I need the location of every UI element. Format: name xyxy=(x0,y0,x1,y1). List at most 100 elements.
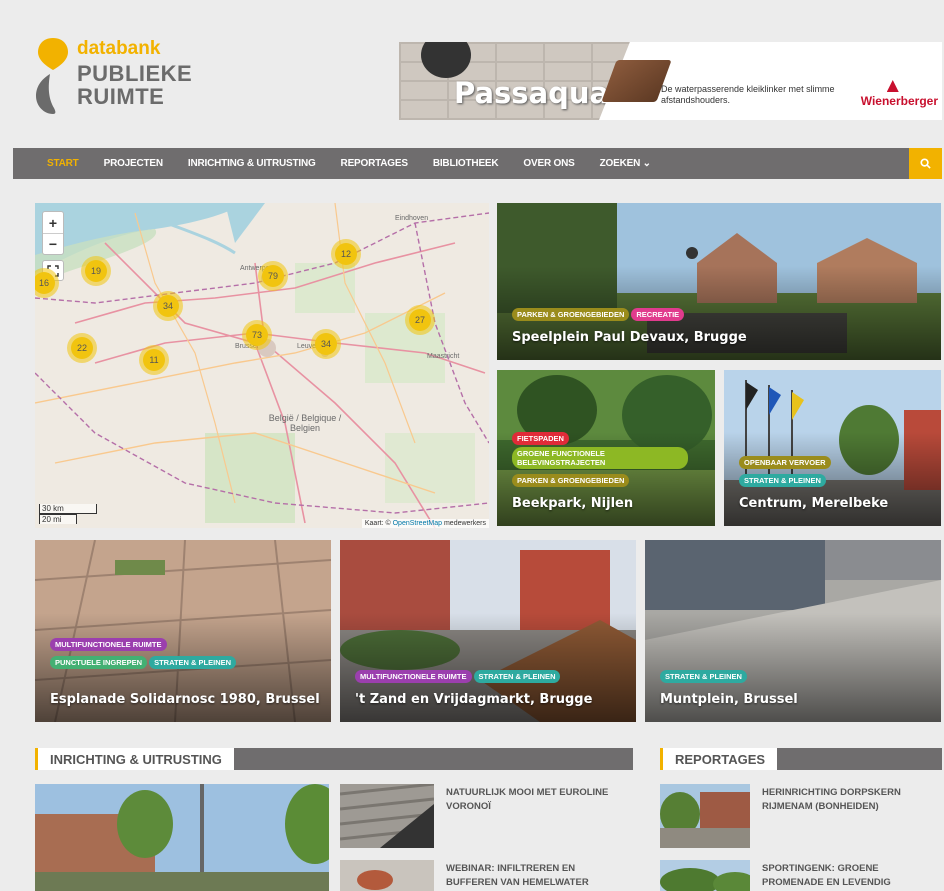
section-title[interactable]: INRICHTING & UITRUSTING xyxy=(35,748,234,770)
nav-item-over-ons[interactable]: OVER ONS xyxy=(523,158,574,169)
article-title[interactable]: NATUURLIJK MOOI MET EUROLINE VORONOÏ xyxy=(446,786,616,814)
scale-mi: 20 mi xyxy=(39,514,77,524)
map-label-belgie: België / Belgique / Belgien xyxy=(268,413,342,433)
card-tags: OPENBAAR VERVOER STRATEN & PLEINEN xyxy=(739,452,833,488)
attribution-suffix: medewerkers xyxy=(442,520,486,527)
main-nav: START PROJECTEN INRICHTING & UITRUSTING … xyxy=(13,148,942,179)
card-title[interactable]: Esplanade Solidarnosc 1980, Brussel xyxy=(50,691,321,708)
project-card[interactable]: PARKEN & GROENGEBIEDEN RECREATIE Speelple… xyxy=(497,203,941,360)
cluster-count: 79 xyxy=(262,265,284,287)
cluster-count: 22 xyxy=(71,337,93,359)
tag[interactable]: STRATEN & PLEINEN xyxy=(473,670,561,683)
cluster-count: 27 xyxy=(409,309,431,331)
logo-tagline: databank xyxy=(77,38,161,59)
cluster-count: 19 xyxy=(85,260,107,282)
article-thumbnail[interactable] xyxy=(660,860,750,891)
article-thumbnail[interactable] xyxy=(340,784,434,848)
logo-icon xyxy=(36,38,68,114)
card-title[interactable]: Speelplein Paul Devaux, Brugge xyxy=(512,329,931,346)
map-cluster[interactable]: 73 xyxy=(242,320,272,350)
logo-line-2: RUIMTE xyxy=(77,84,165,109)
map-cluster[interactable]: 27 xyxy=(405,305,435,335)
section-header-reportages: REPORTAGES xyxy=(660,748,942,770)
tag[interactable]: PUNCTUELE INGREPEN xyxy=(50,656,148,669)
article-title[interactable]: SPORTINGENK: GROENE PROMENADE EN LEVENDI… xyxy=(762,862,942,890)
article-photo xyxy=(340,860,434,891)
article-thumbnail[interactable] xyxy=(660,784,750,848)
article-photo xyxy=(35,784,329,891)
project-card[interactable]: STRATEN & PLEINEN Muntplein, Brussel xyxy=(645,540,941,722)
cluster-count: 34 xyxy=(157,295,179,317)
card-tags: MULTIFUNCTIONELE RUIMTE PUNCTUELE INGREP… xyxy=(50,634,238,670)
article-title[interactable]: HERINRICHTING DORPSKERN RIJMENAM (BONHEI… xyxy=(762,786,942,814)
tag[interactable]: PARKEN & GROENGEBIEDEN xyxy=(512,308,630,321)
search-button[interactable] xyxy=(909,148,942,179)
card-tags: PARKEN & GROENGEBIEDEN RECREATIE xyxy=(512,304,686,322)
cluster-count: 16 xyxy=(35,272,55,294)
tag[interactable]: RECREATIE xyxy=(631,308,685,321)
nav-item-start[interactable]: START xyxy=(47,158,79,169)
cluster-count: 34 xyxy=(315,333,337,355)
cluster-count: 73 xyxy=(246,324,268,346)
map-cluster[interactable]: 11 xyxy=(139,345,169,375)
zoom-out-button[interactable]: − xyxy=(43,233,63,254)
article-title[interactable]: WEBINAR: INFILTREREN EN BUFFEREN VAN HEM… xyxy=(446,862,626,890)
nav-item-bibliotheek[interactable]: BIBLIOTHEEK xyxy=(433,158,499,169)
section-header-inrichting: INRICHTING & UITRUSTING xyxy=(35,748,633,770)
article-feature-image[interactable] xyxy=(35,784,329,891)
project-card[interactable]: OPENBAAR VERVOER STRATEN & PLEINEN Centr… xyxy=(724,370,941,526)
map-cluster[interactable]: 22 xyxy=(67,333,97,363)
tag[interactable]: STRATEN & PLEINEN xyxy=(660,670,747,683)
article-photo xyxy=(340,784,434,848)
card-title[interactable]: Muntplein, Brussel xyxy=(660,691,931,708)
project-card[interactable]: MULTIFUNCTIONELE RUIMTE STRATEN & PLEINEN… xyxy=(340,540,636,722)
tag[interactable]: MULTIFUNCTIONELE RUIMTE xyxy=(355,670,472,683)
tag[interactable]: PARKEN & GROENGEBIEDEN xyxy=(512,474,630,487)
map-cluster[interactable]: 79 xyxy=(258,261,288,291)
scale-km: 30 km xyxy=(39,504,97,514)
attribution-prefix: Kaart: © xyxy=(364,520,393,527)
logo-title: PUBLIEKE RUIMTE xyxy=(77,62,192,108)
osm-link[interactable]: OpenStreetMap xyxy=(393,520,442,527)
article-photo xyxy=(660,860,750,891)
map-cluster[interactable]: 34 xyxy=(153,291,183,321)
tag[interactable]: OPENBAAR VERVOER xyxy=(739,456,831,469)
map-scale: 30 km 20 mi xyxy=(39,504,97,524)
tag[interactable]: FIETSPADEN xyxy=(512,432,569,445)
ad-banner[interactable]: Passaqua De waterpasserende kleiklinker … xyxy=(399,42,942,120)
zoom-control: + − xyxy=(42,211,64,255)
card-title[interactable]: Beekpark, Nijlen xyxy=(512,495,705,512)
zoom-in-button[interactable]: + xyxy=(43,212,63,233)
map-label-maastricht: Maastricht xyxy=(427,353,460,360)
nav-item-projecten[interactable]: PROJECTEN xyxy=(104,158,164,169)
article-photo xyxy=(660,784,750,848)
map-cluster[interactable]: 19 xyxy=(81,256,111,286)
tag[interactable]: STRATEN & PLEINEN xyxy=(739,474,826,487)
card-title[interactable]: Centrum, Merelbeke xyxy=(739,495,931,512)
search-icon xyxy=(920,158,931,169)
tag[interactable]: GROENE FUNCTIONELE BELEVINGSTRAJECTEN xyxy=(512,447,688,469)
tag[interactable]: STRATEN & PLEINEN xyxy=(149,656,237,669)
article-thumbnail[interactable] xyxy=(340,860,434,891)
map-attribution: Kaart: © OpenStreetMap medewerkers xyxy=(361,519,489,528)
map-tiles xyxy=(35,203,489,528)
project-map[interactable]: + − Antwerpen Brussel Eindhoven Maastric… xyxy=(35,203,489,528)
banner-text: De waterpasserende kleiklinker met slimm… xyxy=(661,84,835,105)
project-card[interactable]: FIETSPADEN GROENE FUNCTIONELE BELEVINGST… xyxy=(497,370,715,526)
card-title[interactable]: 't Zand en Vrijdagmarkt, Brugge xyxy=(355,691,626,708)
map-label-eindhoven: Eindhoven xyxy=(395,215,429,222)
section-title[interactable]: REPORTAGES xyxy=(660,748,778,770)
nav-item-reportages[interactable]: REPORTAGES xyxy=(341,158,408,169)
card-tags: FIETSPADEN GROENE FUNCTIONELE BELEVINGST… xyxy=(512,428,695,488)
project-card[interactable]: MULTIFUNCTIONELE RUIMTE PUNCTUELE INGREP… xyxy=(35,540,331,722)
site-logo[interactable]: databank PUBLIEKE RUIMTE xyxy=(34,36,214,120)
banner-title: Passaqua xyxy=(454,76,610,110)
tag[interactable]: MULTIFUNCTIONELE RUIMTE xyxy=(50,638,167,651)
card-tags: MULTIFUNCTIONELE RUIMTE STRATEN & PLEINEN xyxy=(355,666,562,684)
map-cluster[interactable]: 12 xyxy=(331,239,361,269)
nav-item-inrichting[interactable]: INRICHTING & UITRUSTING xyxy=(188,158,316,169)
card-tags: STRATEN & PLEINEN xyxy=(660,666,749,684)
nav-item-zoeken[interactable]: ZOEKEN ⌄ xyxy=(600,158,651,169)
banner-brand-logo: Wienerberger xyxy=(860,94,938,108)
map-cluster[interactable]: 34 xyxy=(311,329,341,359)
